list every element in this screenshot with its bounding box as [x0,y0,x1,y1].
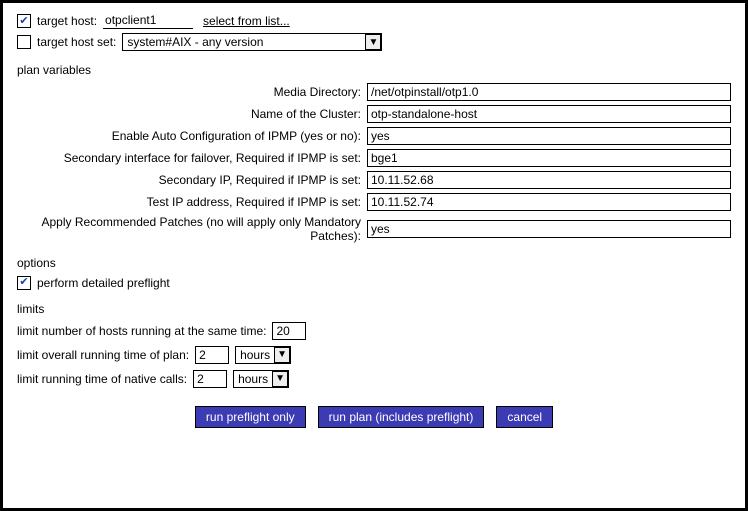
limit-native-time-row: limit running time of native calls: hour… [17,370,731,388]
cluster-name-input[interactable] [367,105,731,123]
limit-plan-time-label: limit overall running time of plan: [17,348,189,362]
options-heading: options [17,256,731,270]
detailed-preflight-checkbox[interactable]: ✔ [17,276,31,290]
var-row: Enable Auto Configuration of IPMP (yes o… [17,127,731,145]
limit-hosts-label: limit number of hosts running at the sam… [17,324,266,338]
ipmp-auto-input[interactable] [367,127,731,145]
target-host-input[interactable] [103,13,193,29]
var-label: Enable Auto Configuration of IPMP (yes o… [17,129,367,143]
plan-variables-heading: plan variables [17,63,731,77]
chevron-down-icon[interactable]: ▼ [365,34,381,50]
secondary-interface-input[interactable] [367,149,731,167]
button-bar: run preflight only run plan (includes pr… [17,406,731,428]
dialog: ✔ target host: select from list... targe… [0,0,748,511]
var-row: Apply Recommended Patches (no will apply… [17,215,731,244]
recommended-patches-input[interactable] [367,220,731,238]
limit-hosts-input[interactable] [272,322,306,340]
var-label: Secondary interface for failover, Requir… [17,151,367,165]
limit-plan-time-unit-select[interactable]: hours ▼ [235,346,291,364]
limit-hosts-row: limit number of hosts running at the sam… [17,322,731,340]
limit-plan-time-row: limit overall running time of plan: hour… [17,346,731,364]
test-ip-input[interactable] [367,193,731,211]
limit-native-time-unit-select[interactable]: hours ▼ [233,370,289,388]
media-directory-input[interactable] [367,83,731,101]
plan-variables-list: Media Directory: Name of the Cluster: En… [17,83,731,244]
limit-plan-time-input[interactable] [195,346,229,364]
target-host-set-value: system#AIX - any version [127,35,361,49]
options-row: ✔ perform detailed preflight [17,276,731,290]
chevron-down-icon[interactable]: ▼ [272,371,288,387]
limit-plan-time-unit: hours [240,348,270,362]
var-row: Test IP address, Required if IPMP is set… [17,193,731,211]
var-label: Name of the Cluster: [17,107,367,121]
select-from-list-link[interactable]: select from list... [203,14,290,28]
var-row: Name of the Cluster: [17,105,731,123]
var-row: Secondary IP, Required if IPMP is set: [17,171,731,189]
var-label: Apply Recommended Patches (no will apply… [17,215,367,244]
target-host-set-checkbox[interactable] [17,35,31,49]
chevron-down-icon[interactable]: ▼ [274,347,290,363]
run-plan-button[interactable]: run plan (includes preflight) [318,406,485,428]
var-label: Secondary IP, Required if IPMP is set: [17,173,367,187]
limit-native-time-unit: hours [238,372,268,386]
target-host-row: ✔ target host: select from list... [17,13,731,29]
target-host-set-label: target host set: [37,35,116,49]
cancel-button[interactable]: cancel [496,406,553,428]
limits-heading: limits [17,302,731,316]
var-row: Media Directory: [17,83,731,101]
run-preflight-button[interactable]: run preflight only [195,406,306,428]
var-label: Test IP address, Required if IPMP is set… [17,195,367,209]
limit-native-time-label: limit running time of native calls: [17,372,187,386]
limit-native-time-input[interactable] [193,370,227,388]
target-host-checkbox[interactable]: ✔ [17,14,31,28]
secondary-ip-input[interactable] [367,171,731,189]
var-label: Media Directory: [17,85,367,99]
var-row: Secondary interface for failover, Requir… [17,149,731,167]
target-host-set-row: target host set: system#AIX - any versio… [17,33,731,51]
detailed-preflight-label: perform detailed preflight [37,276,170,290]
target-host-label: target host: [37,14,97,28]
target-host-set-select[interactable]: system#AIX - any version ▼ [122,33,382,51]
